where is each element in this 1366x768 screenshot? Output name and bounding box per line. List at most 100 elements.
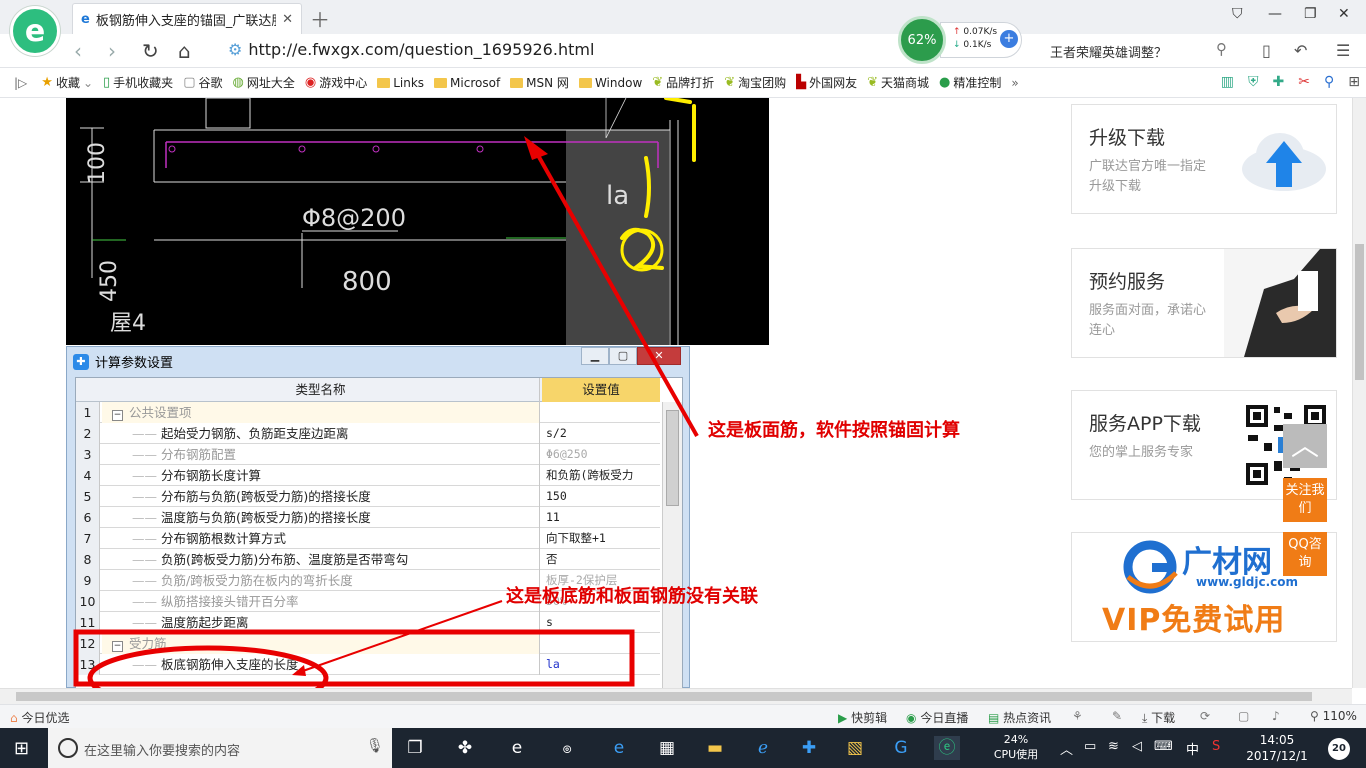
sidebar-toggle-icon[interactable]: |▷: [14, 76, 27, 90]
live-link[interactable]: ◉ 今日直播: [906, 709, 968, 726]
url-text: http://e.fwxgx.com/question_1695926.html: [248, 40, 595, 59]
edge-icon[interactable]: e: [606, 736, 632, 760]
menu-icon[interactable]: ☰: [1336, 41, 1350, 60]
shield-icon[interactable]: ⛨: [1248, 74, 1259, 90]
forward-button[interactable]: ›: [108, 39, 116, 63]
search-icon[interactable]: ⚲: [1216, 40, 1227, 58]
keyboard-icon[interactable]: ⌨: [1154, 739, 1173, 754]
today-picks-link[interactable]: ⌂ 今日优选: [10, 709, 69, 726]
cpu-percent: 24%: [1003, 733, 1029, 746]
notification-center-button[interactable]: 20: [1328, 738, 1350, 760]
site-icon: ⚙: [228, 40, 243, 59]
tray-expand-icon[interactable]: ︿: [1060, 739, 1073, 758]
notes-icon[interactable]: ▧: [842, 736, 868, 760]
minimize-button[interactable]: —: [1268, 6, 1282, 22]
bookmark-item[interactable]: ● 精准控制: [939, 74, 1001, 91]
annotation-bottom-note: 这是板底筋和板面钢筋没有关联: [506, 586, 758, 607]
bookmark-item[interactable]: ◉ 游戏中心: [305, 74, 367, 91]
window-icon[interactable]: ▢: [1238, 709, 1249, 723]
reader-icon[interactable]: ▥: [1221, 74, 1234, 90]
tab-active[interactable]: e 板钢筋伸入支座的锚固_广联达服 ✕: [72, 3, 302, 34]
speedup-icon[interactable]: ⚘: [1072, 709, 1083, 723]
fan-app-icon[interactable]: ✤: [452, 736, 478, 760]
microphone-icon[interactable]: 🎙: [366, 738, 384, 754]
store-icon[interactable]: ▦: [654, 736, 680, 760]
qq-consult-button[interactable]: QQ咨询: [1283, 532, 1327, 576]
close-window-button[interactable]: ✕: [1338, 6, 1350, 22]
speaker-icon[interactable]: ◁: [1132, 739, 1142, 754]
ie-icon[interactable]: ℯ: [750, 736, 776, 760]
news-link[interactable]: ▤ 热点资讯: [988, 709, 1051, 726]
windows-start-button[interactable]: ⊞: [14, 738, 29, 759]
sogou-icon[interactable]: S: [1212, 739, 1220, 754]
phone-icon[interactable]: ▯: [1262, 41, 1271, 60]
360-active-icon[interactable]: ⓔ: [934, 736, 960, 760]
net-meter[interactable]: 62%: [898, 16, 946, 64]
page-scroll-thumb[interactable]: [1355, 244, 1364, 380]
task-view-icon[interactable]: ❐: [402, 736, 428, 760]
clock[interactable]: 14:05 2017/12/1: [1244, 732, 1310, 764]
pin-icon[interactable]: ✎: [1112, 709, 1122, 723]
follow-us-button[interactable]: 关注我们: [1283, 478, 1327, 522]
back-button[interactable]: ‹: [74, 39, 82, 63]
bookmark-item[interactable]: ▙ 外国网友: [796, 74, 857, 91]
scissors-icon[interactable]: ✂: [1298, 74, 1310, 90]
bookmark-item[interactable]: ◍ 网址大全: [233, 74, 295, 91]
explorer-icon[interactable]: ▬: [702, 736, 728, 760]
home-button[interactable]: ⌂: [178, 39, 191, 63]
bookmark-item[interactable]: ▢ 谷歌: [183, 74, 222, 91]
bookmark-item[interactable]: ❦ 品牌打折: [652, 74, 714, 91]
bookmark-item[interactable]: ▯ 手机收藏夹: [103, 74, 173, 91]
shirt-icon[interactable]: ⛉: [1232, 6, 1243, 22]
page-vertical-scrollbar[interactable]: [1352, 98, 1366, 688]
bookmark-item[interactable]: MSN 网: [510, 74, 569, 91]
bookmarks-bar: |▷ ★ 收藏 ⌄ ▯ 手机收藏夹 ▢ 谷歌 ◍ 网址大全 ◉ 游戏中心 Links Mic…: [0, 68, 1366, 98]
tab-close-icon[interactable]: ✕: [282, 12, 293, 27]
swirl-app-icon[interactable]: ၜ: [554, 736, 580, 760]
card-subtitle: 服务面对面，承诺心连心: [1089, 303, 1207, 338]
ime-indicator[interactable]: 中: [1186, 739, 1199, 758]
grid-icon[interactable]: ⊞: [1348, 74, 1360, 90]
cpu-meter[interactable]: 24% CPU使用: [986, 732, 1046, 762]
clean-icon[interactable]: ⟳: [1200, 709, 1210, 723]
volume-icon[interactable]: ♪: [1272, 709, 1280, 723]
wifi-icon[interactable]: ≋: [1108, 739, 1119, 754]
zoom-icon: ⚲: [1310, 709, 1319, 723]
page-content: 100 450 Φ8@200 800 la 屋4 ✚ 计算参数设置 ▁ ▢ ✕ …: [0, 98, 1352, 688]
glodon-icon[interactable]: ✚: [796, 736, 822, 760]
bookmark-item[interactable]: Microsof: [434, 76, 500, 90]
magnifier-icon[interactable]: ⚲: [1324, 74, 1334, 90]
new-tab-button[interactable]: ＋: [310, 4, 330, 33]
back-to-top-button[interactable]: ︿: [1283, 424, 1327, 468]
page-horizontal-scrollbar[interactable]: [0, 688, 1352, 704]
taskbar-search-input[interactable]: 在这里输入你要搜索的内容 🎙: [48, 728, 392, 768]
zoom-level[interactable]: ⚲ 110%: [1310, 709, 1357, 723]
card-upgrade-download[interactable]: 升级下载 广联达官方唯一指定升级下载: [1071, 104, 1337, 214]
status-bar: ⌂ 今日优选 ▶ 快剪辑 ◉ 今日直播 ▤ 热点资讯 ⚘ ✎ ⤓ 下载 ⟳ ▢ …: [0, 704, 1366, 728]
restore-button[interactable]: ❐: [1304, 6, 1317, 22]
upload-speed: 0.07K/s: [963, 27, 998, 37]
g-app-icon[interactable]: G: [888, 736, 914, 760]
speed-boost-button[interactable]: +: [1000, 30, 1018, 48]
bookmarks-more-icon[interactable]: »: [1011, 76, 1018, 90]
bookmark-item[interactable]: Links: [377, 76, 424, 90]
refresh-button[interactable]: ↻: [142, 39, 159, 63]
download-link[interactable]: ⤓ 下载: [1142, 709, 1175, 726]
bookmark-item[interactable]: ★ 收藏 ⌄: [41, 74, 93, 91]
card-appointment[interactable]: 预约服务 服务面对面，承诺心连心: [1071, 248, 1337, 358]
undo-icon[interactable]: ↶: [1294, 41, 1307, 60]
translate-icon[interactable]: ✚: [1273, 74, 1285, 90]
search-box[interactable]: 王者荣耀英雄调整？: [1050, 42, 1167, 61]
bookmark-item[interactable]: ❦ 淘宝团购: [724, 74, 786, 91]
browser-logo-icon[interactable]: e: [10, 6, 60, 56]
float-buttons: ︿ 关注我们 QQ咨询: [1283, 424, 1327, 576]
bookmark-item[interactable]: ❦ 天猫商城: [867, 74, 929, 91]
address-input[interactable]: ⚙ http://e.fwxgx.com/question_1695926.htm…: [228, 40, 594, 59]
quick-edit-link[interactable]: ▶ 快剪辑: [838, 709, 887, 726]
battery-icon[interactable]: ▭: [1084, 739, 1096, 754]
folder-icon: [377, 77, 391, 88]
page-hscroll-thumb[interactable]: [16, 692, 1312, 701]
360-browser-icon[interactable]: e: [504, 736, 530, 760]
bookmark-item[interactable]: Window: [578, 76, 642, 90]
video-icon: ▶: [838, 711, 848, 725]
